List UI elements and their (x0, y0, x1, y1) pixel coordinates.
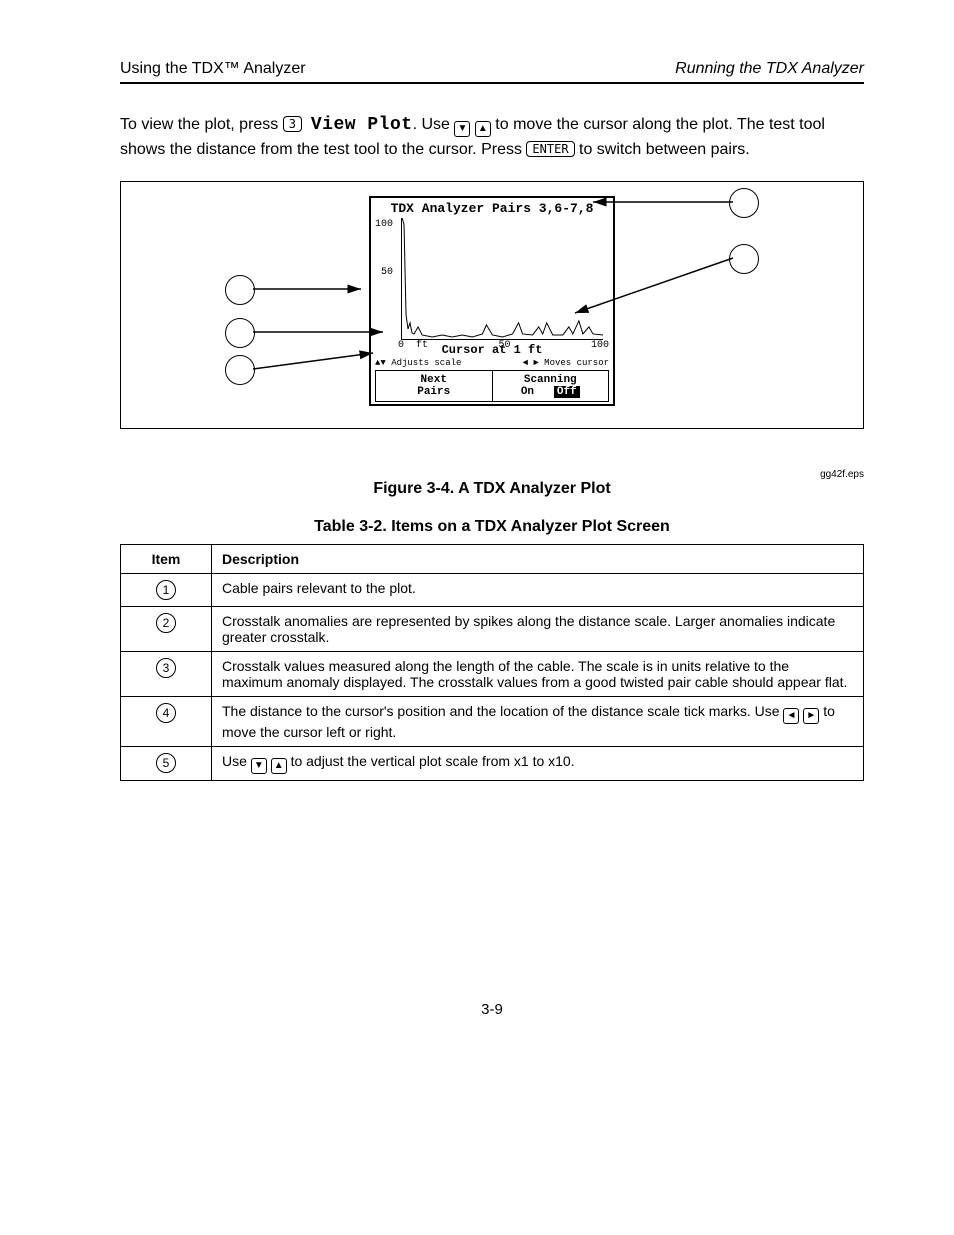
figure-doc-id: gg42f.eps (120, 469, 864, 480)
item-desc-3: Crosstalk values measured along the leng… (212, 652, 864, 697)
key-up-icon: ▲ (271, 758, 287, 774)
key-enter: ENTER (526, 141, 574, 157)
item-desc-2: Crosstalk anomalies are represented by s… (212, 607, 864, 652)
header-rule (120, 82, 864, 84)
item-desc-5: Use ▼ ▲ to adjust the vertical plot scal… (212, 747, 864, 781)
key-3: 3 (283, 116, 302, 132)
item-desc-4: The distance to the cursor's position an… (212, 697, 864, 747)
key-down-icon: ▼ (251, 758, 267, 774)
key-right-icon: ► (803, 708, 819, 724)
callout-arrows (253, 195, 743, 395)
table-row: 5 Use ▼ ▲ to adjust the vertical plot sc… (121, 747, 864, 781)
page-number: 3-9 (120, 1001, 864, 1018)
table-row: 2 Crosstalk anomalies are represented by… (121, 607, 864, 652)
table-row: 4 The distance to the cursor's position … (121, 697, 864, 747)
item-desc-1: Cable pairs relevant to the plot. (212, 574, 864, 607)
item-5-pre: Use (222, 753, 251, 769)
key-left-icon: ◄ (783, 708, 799, 724)
item-num-3: 3 (156, 658, 176, 678)
item-5-post: to adjust the vertical plot scale from x… (291, 753, 575, 769)
callout-4 (225, 318, 255, 348)
key-up-icon: ▲ (475, 121, 491, 137)
callout-3 (225, 275, 255, 305)
th-item: Item (121, 545, 212, 574)
item-num-1: 1 (156, 580, 176, 600)
item-num-5: 5 (156, 753, 176, 773)
figure-box: TDX Analyzer Pairs 3,6-7,8 100 50 0 ft 5… (120, 181, 864, 429)
callout-5 (225, 355, 255, 385)
item-num-4: 4 (156, 703, 176, 723)
figure-caption: Figure 3-4. A TDX Analyzer Plot (120, 480, 864, 498)
table-caption: Table 3-2. Items on a TDX Analyzer Plot … (120, 518, 864, 536)
running-header: Using the TDX™ Analyzer Running the TDX … (120, 60, 864, 78)
intro-text-4: to switch between pairs. (579, 141, 750, 158)
table-row: 1 Cable pairs relevant to the plot. (121, 574, 864, 607)
intro-text-2: . Use (413, 116, 455, 133)
key-down-icon: ▼ (454, 121, 470, 137)
view-plot-label: View Plot (311, 115, 413, 135)
items-table: Item Description 1 Cable pairs relevant … (120, 544, 864, 781)
header-left: Using the TDX™ Analyzer (120, 60, 306, 78)
th-description: Description (212, 545, 864, 574)
item-4-pre: The distance to the cursor's position an… (222, 703, 783, 719)
table-row: 3 Crosstalk values measured along the le… (121, 652, 864, 697)
item-num-2: 2 (156, 613, 176, 633)
intro-paragraph: To view the plot, press 3 View Plot. Use… (120, 112, 864, 161)
header-right: Running the TDX Analyzer (675, 60, 864, 78)
intro-text-1: To view the plot, press (120, 116, 283, 133)
